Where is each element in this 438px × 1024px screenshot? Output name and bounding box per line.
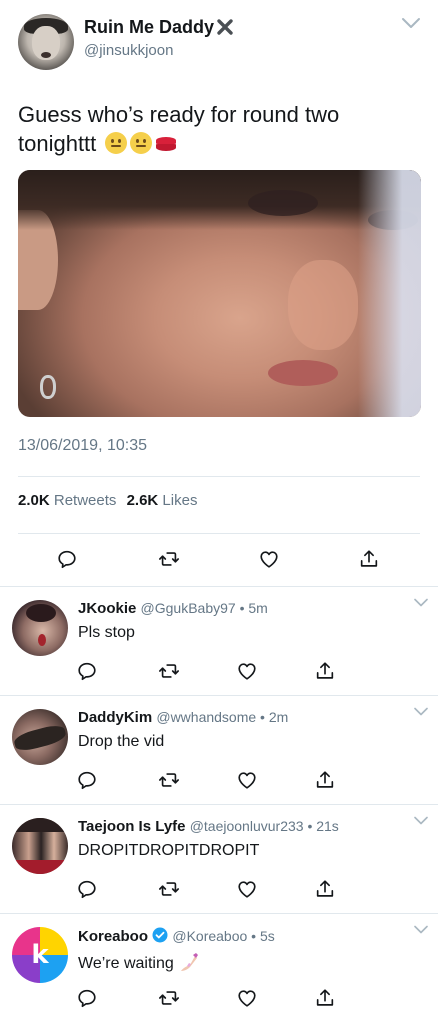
x-mark-icon — [217, 19, 233, 35]
retweet-icon[interactable] — [158, 878, 180, 900]
divider — [0, 695, 438, 696]
reply-icon[interactable] — [76, 660, 98, 682]
chevron-down-icon[interactable] — [414, 816, 428, 825]
avatar[interactable] — [12, 818, 68, 874]
reply-text: Pls stop — [78, 624, 135, 641]
divider — [0, 586, 438, 587]
likes-label[interactable]: Likes — [162, 492, 197, 509]
retweet-icon[interactable] — [158, 987, 180, 1009]
reply-tweet[interactable]: k Koreaboo @Koreaboo • 5s We’re waiting — [0, 915, 438, 1024]
timestamp: 13/06/2019, 10:35 — [18, 437, 148, 454]
share-icon[interactable] — [314, 769, 336, 791]
divider — [0, 804, 438, 805]
reply-text: DROPITDROPITDROPIT — [78, 842, 260, 859]
avatar[interactable]: k — [12, 927, 68, 983]
verified-icon — [152, 927, 168, 943]
reply-author[interactable]: Taejoon Is Lyfe @taejoonluvur233 • 21s — [78, 818, 339, 835]
share-icon[interactable] — [314, 987, 336, 1009]
reply-author[interactable]: DaddyKim @wwhandsome • 2m — [78, 709, 288, 726]
retweets-label[interactable]: Retweets — [54, 492, 117, 509]
avatar[interactable] — [12, 600, 68, 656]
engagement-stats: 2.0K Retweets 2.6K Likes — [18, 492, 197, 509]
reply-icon[interactable] — [76, 987, 98, 1009]
smiling-emoji-icon — [130, 132, 153, 154]
chevron-down-icon[interactable] — [401, 16, 421, 30]
chevron-down-icon[interactable] — [414, 598, 428, 607]
reply-text-content: We’re waiting — [78, 955, 174, 972]
chevron-down-icon[interactable] — [414, 925, 428, 934]
divider — [18, 533, 420, 534]
reply-tweet[interactable]: DaddyKim @wwhandsome • 2m Drop the vid — [0, 697, 438, 807]
divider — [0, 913, 438, 914]
retweets-count[interactable]: 2.0K — [18, 492, 50, 509]
heart-icon[interactable] — [258, 548, 280, 570]
tweet-photo[interactable] — [18, 170, 421, 417]
avatar[interactable] — [12, 709, 68, 765]
retweet-icon[interactable] — [158, 660, 180, 682]
reply-text: We’re waiting — [78, 951, 200, 973]
share-icon[interactable] — [358, 548, 380, 570]
reply-tweet[interactable]: Taejoon Is Lyfe @taejoonluvur233 • 21s D… — [0, 806, 438, 916]
reply-icon[interactable] — [76, 769, 98, 791]
retweet-icon[interactable] — [158, 548, 180, 570]
display-name[interactable]: Ruin Me Daddy — [84, 17, 214, 38]
divider — [18, 476, 420, 477]
retweet-icon[interactable] — [158, 769, 180, 791]
reply-author[interactable]: Koreaboo @Koreaboo • 5s — [78, 927, 275, 945]
reply-meta[interactable]: @taejoonluvur233 • 21s — [190, 818, 339, 834]
share-icon[interactable] — [314, 660, 336, 682]
reply-text: Drop the vid — [78, 733, 165, 750]
smiling-emoji-icon — [105, 132, 128, 154]
tweet-text-content: Guess who’s ready for round two tonightt… — [18, 102, 340, 156]
reply-tweet[interactable]: JKookie @GgukBaby97 • 5m Pls stop — [0, 588, 438, 698]
reply-display-name[interactable]: DaddyKim — [78, 709, 152, 726]
chevron-down-icon[interactable] — [414, 707, 428, 716]
reply-icon[interactable] — [56, 548, 78, 570]
kiss-mark-emoji-icon — [155, 136, 177, 152]
heart-icon[interactable] — [236, 769, 258, 791]
likes-count[interactable]: 2.6K — [127, 492, 159, 509]
tweet-text: Guess who’s ready for round two tonightt… — [18, 100, 418, 158]
reply-author[interactable]: JKookie @GgukBaby97 • 5m — [78, 600, 268, 617]
reply-display-name[interactable]: JKookie — [78, 600, 136, 617]
heart-icon[interactable] — [236, 987, 258, 1009]
avatar[interactable] — [18, 14, 74, 70]
reply-display-name[interactable]: Koreaboo — [78, 928, 148, 945]
reply-display-name[interactable]: Taejoon Is Lyfe — [78, 818, 186, 835]
handle[interactable]: @jinsukkjoon — [84, 42, 173, 59]
heart-icon[interactable] — [236, 878, 258, 900]
reply-meta[interactable]: @Koreaboo • 5s — [172, 928, 274, 944]
reply-meta[interactable]: @wwhandsome • 2m — [156, 709, 288, 725]
reply-meta[interactable]: @GgukBaby97 • 5m — [141, 600, 268, 616]
share-icon[interactable] — [314, 878, 336, 900]
reply-icon[interactable] — [76, 878, 98, 900]
heart-icon[interactable] — [236, 660, 258, 682]
main-tweet: Ruin Me Daddy @jinsukkjoon Guess who’s r… — [0, 0, 438, 586]
nail-polish-emoji-icon — [181, 953, 199, 971]
